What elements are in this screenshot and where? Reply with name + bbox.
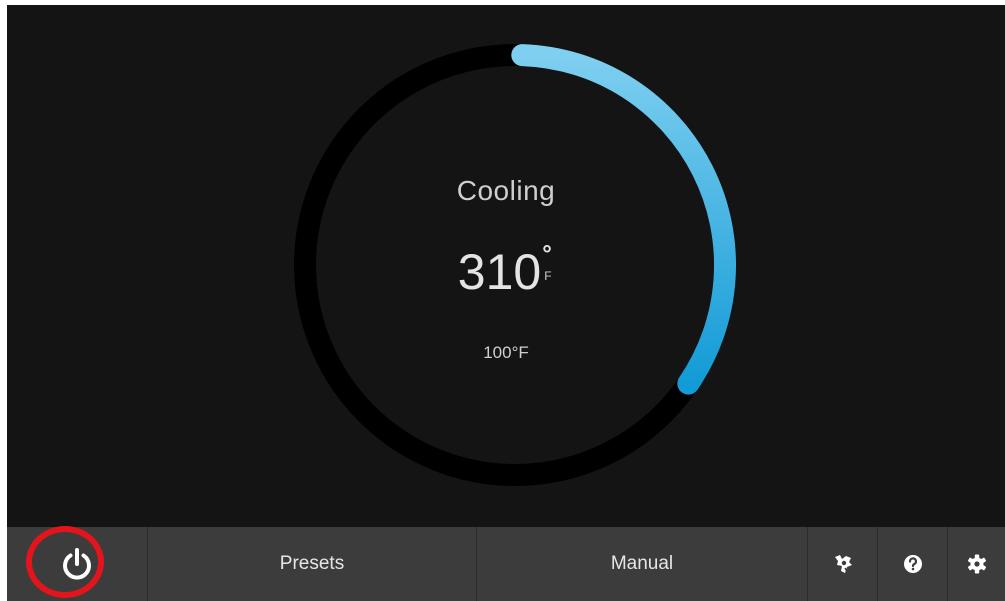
thermostat-screen: Cooling 310 ° F 100°F Presets Manual — [7, 5, 1005, 601]
fan-button[interactable] — [808, 527, 878, 601]
power-button[interactable] — [7, 527, 148, 601]
dial-progress-arc — [511, 44, 736, 395]
temperature-units: ° F — [542, 243, 554, 291]
unit-label: F — [544, 269, 552, 283]
presets-button[interactable]: Presets — [148, 527, 477, 601]
fan-hand-icon — [834, 555, 852, 574]
settings-button[interactable] — [948, 527, 1005, 601]
manual-button[interactable]: Manual — [477, 527, 808, 601]
presets-label: Presets — [279, 553, 345, 574]
help-button[interactable] — [878, 527, 948, 601]
bottom-bar: Presets Manual — [7, 527, 1005, 601]
manual-label: Manual — [610, 553, 674, 574]
mode-label: Cooling — [456, 175, 556, 206]
temperature-dial[interactable]: Cooling 310 ° F 100°F — [7, 5, 1005, 527]
degree-symbol: ° — [542, 241, 552, 268]
gear-icon — [967, 554, 986, 574]
current-temperature: 310 ° F — [406, 243, 606, 301]
setpoint-label: 100°F — [483, 343, 529, 362]
power-icon — [63, 548, 91, 580]
temperature-value: 310 — [457, 244, 542, 300]
help-icon — [903, 555, 922, 573]
